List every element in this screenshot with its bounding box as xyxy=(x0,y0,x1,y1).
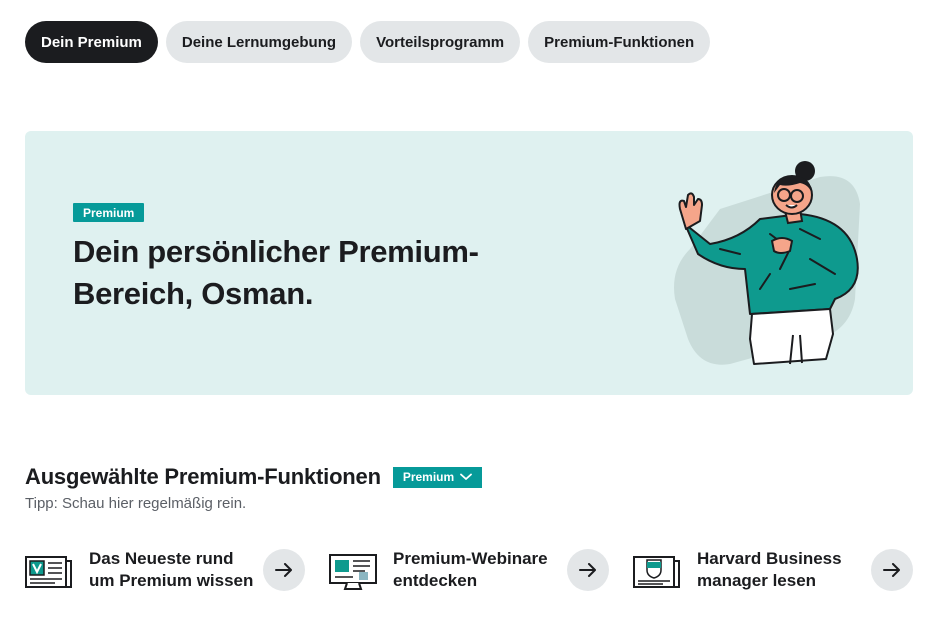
magazine-icon xyxy=(633,556,680,588)
tab-bar: Dein Premium Deine Lernumgebung Vorteils… xyxy=(25,21,711,63)
newspaper-icon xyxy=(25,556,72,588)
feature-list: Das Neueste rund um Premium wissen Premi… xyxy=(25,547,913,593)
tab-premium-funktionen[interactable]: Premium-Funktionen xyxy=(528,21,711,63)
feature-label: Harvard Business manager lesen xyxy=(697,548,871,592)
tab-deine-lernumgebung[interactable]: Deine Lernumgebung xyxy=(165,21,353,63)
premium-dropdown-label: Premium xyxy=(402,470,455,484)
arrow-right-icon xyxy=(275,563,292,577)
arrow-right-icon xyxy=(883,563,900,577)
hero-banner: Premium Dein persönlicher Premium-Bereic… xyxy=(25,131,913,395)
open-webinars-button[interactable] xyxy=(567,549,609,591)
tab-dein-premium[interactable]: Dein Premium xyxy=(25,21,158,63)
feature-label-line1: Premium-Webinare xyxy=(393,549,548,568)
feature-label-line2: entdecken xyxy=(393,571,478,590)
premium-badge: Premium xyxy=(73,203,145,222)
feature-label-line1: Harvard Business xyxy=(697,549,842,568)
feature-premium-news[interactable]: Das Neueste rund um Premium wissen xyxy=(25,547,305,593)
tab-vorteilsprogramm[interactable]: Vorteilsprogramm xyxy=(360,21,521,63)
section-title: Ausgewählte Premium-Funktionen xyxy=(25,464,381,489)
feature-harvard-business-manager[interactable]: Harvard Business manager lesen xyxy=(633,547,913,593)
feature-label-line1: Das Neueste rund xyxy=(89,549,234,568)
monitor-webinar-icon xyxy=(329,554,377,590)
feature-label-line2: manager lesen xyxy=(697,571,817,590)
tip-text: Tipp: Schau hier regelmäßig rein. xyxy=(25,495,247,512)
feature-label: Premium-Webinare entdecken xyxy=(393,548,567,592)
open-premium-news-button[interactable] xyxy=(263,549,305,591)
feature-label-line2: um Premium wissen xyxy=(89,571,254,590)
person-waving-illustration xyxy=(674,161,860,365)
chevron-down-icon xyxy=(460,473,473,480)
open-harvard-business-manager-button[interactable] xyxy=(871,549,913,591)
hero-title: Dein persönlicher Premium-Bereich, Osman… xyxy=(73,234,479,311)
premium-dropdown[interactable]: Premium xyxy=(392,466,483,488)
arrow-right-icon xyxy=(579,563,596,577)
feature-premium-webinars[interactable]: Premium-Webinare entdecken xyxy=(329,547,609,593)
feature-label: Das Neueste rund um Premium wissen xyxy=(89,548,263,592)
section-header: Ausgewählte Premium-Funktionen Premium xyxy=(25,464,483,490)
